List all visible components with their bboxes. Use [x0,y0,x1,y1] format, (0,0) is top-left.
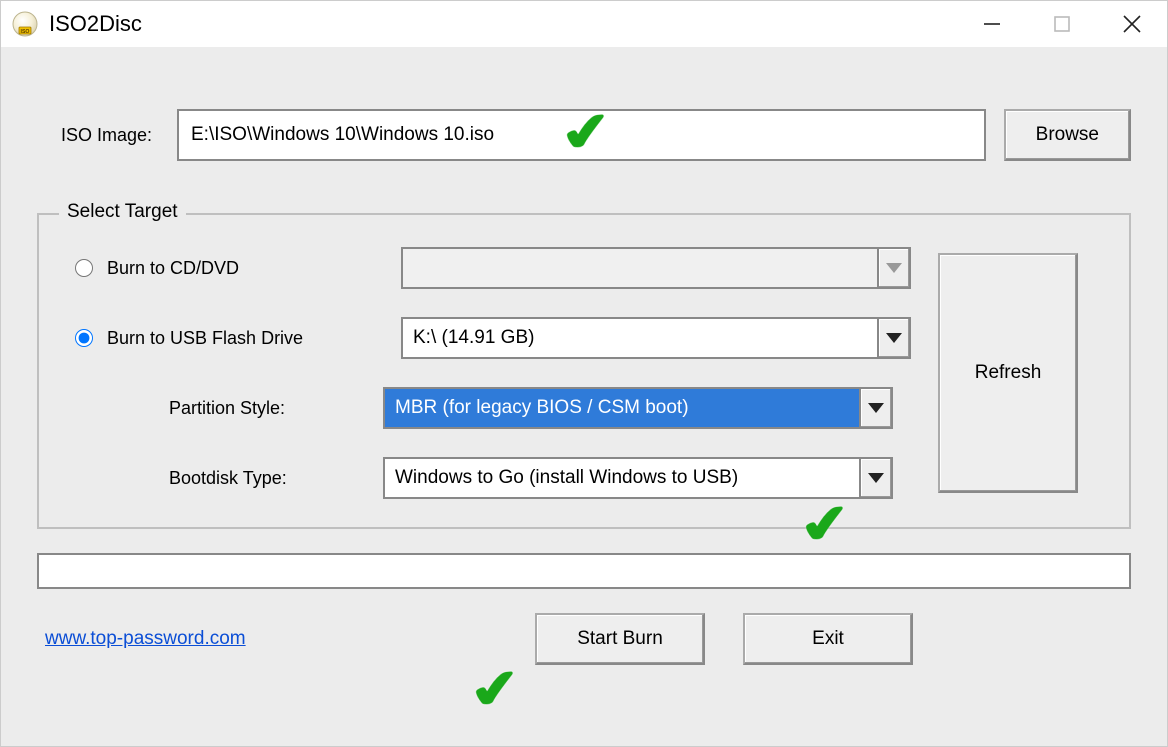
close-button[interactable] [1097,1,1167,47]
usb-drive-select[interactable]: K:\ (14.91 GB) [401,317,911,359]
radio-row-cd: Burn to CD/DVD [75,247,927,289]
svg-text:ISO: ISO [21,29,30,35]
minimize-button[interactable] [957,1,1027,47]
cd-drive-select[interactable] [401,247,911,289]
app-icon: ISO [11,10,39,38]
partition-row: Partition Style: MBR (for legacy BIOS / … [75,387,927,429]
usb-drive-value: K:\ (14.91 GB) [403,327,544,349]
usb-drive-dropdown-button[interactable] [877,319,909,357]
browse-button[interactable]: Browse [1004,109,1131,161]
bootdisk-type-value: Windows to Go (install Windows to USB) [385,467,748,489]
target-fieldset: Select Target Burn to CD/DVD Burn to USB… [37,213,1131,529]
radio-cd[interactable] [75,259,93,277]
bootdisk-type-dropdown-button[interactable] [859,459,891,497]
bootdisk-label: Bootdisk Type: [75,468,369,489]
iso-path-text: E:\ISO\Windows 10\Windows 10.iso [191,124,494,145]
exit-button[interactable]: Exit [743,613,913,665]
chevron-down-icon [886,333,902,343]
cd-drive-dropdown-button[interactable] [877,249,909,287]
radio-row-usb: Burn to USB Flash Drive K:\ (14.91 GB) [75,317,927,359]
client-area: ISO Image: E:\ISO\Windows 10\Windows 10.… [1,47,1167,746]
iso-row: ISO Image: E:\ISO\Windows 10\Windows 10.… [37,109,1131,161]
partition-style-dropdown-button[interactable] [859,389,891,427]
window: ISO ISO2Disc ISO Image: E:\ISO\Windows 1… [0,0,1168,747]
partition-style-value: MBR (for legacy BIOS / CSM boot) [385,389,859,427]
iso-label: ISO Image: [37,125,177,146]
radio-usb-label[interactable]: Burn to USB Flash Drive [107,328,387,349]
bootdisk-row: Bootdisk Type: Windows to Go (install Wi… [75,457,927,499]
refresh-button[interactable]: Refresh [938,253,1078,493]
website-link[interactable]: www.top-password.com [45,628,246,650]
bootdisk-type-select[interactable]: Windows to Go (install Windows to USB) [383,457,893,499]
chevron-down-icon [886,263,902,273]
start-burn-button[interactable]: Start Burn [535,613,705,665]
partition-style-select[interactable]: MBR (for legacy BIOS / CSM boot) [383,387,893,429]
titlebar: ISO ISO2Disc [1,1,1167,47]
bottom-row: www.top-password.com Start Burn Exit [37,613,1131,665]
maximize-button[interactable] [1027,1,1097,47]
partition-label: Partition Style: [75,398,369,419]
window-title: ISO2Disc [49,11,142,37]
chevron-down-icon [868,473,884,483]
progress-bar [37,553,1131,589]
checkmark-icon: ✔ [465,657,527,722]
iso-path-input[interactable]: E:\ISO\Windows 10\Windows 10.iso [177,109,986,161]
target-legend: Select Target [59,201,186,223]
radio-cd-label[interactable]: Burn to CD/DVD [107,258,387,279]
radio-usb[interactable] [75,329,93,347]
chevron-down-icon [868,403,884,413]
window-controls [957,1,1167,47]
